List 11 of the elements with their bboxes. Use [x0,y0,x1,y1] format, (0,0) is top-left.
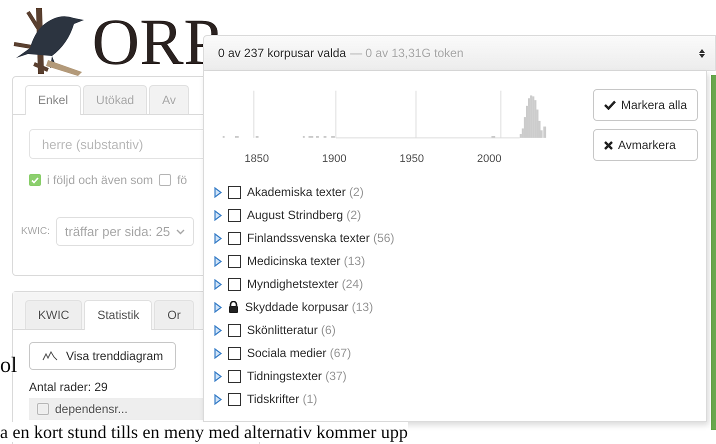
year-label: 2000 [477,153,502,165]
column-label: dependensr... [55,402,128,416]
year-label: 1900 [322,153,346,165]
option-label: i följd och även som [47,173,154,187]
document-text: a en kort stund tills en meny med alternativ kommer upp [0,422,408,442]
selection-summary: 0 av 237 korpusar valda — 0 av 13,31G token [218,46,464,60]
option-label: fö [177,173,188,187]
year-label: 1950 [400,153,424,165]
row-count: Antal rader: 29 [29,380,108,394]
kwic-label: KWIC: [21,226,50,237]
document-text: ol [0,352,18,378]
